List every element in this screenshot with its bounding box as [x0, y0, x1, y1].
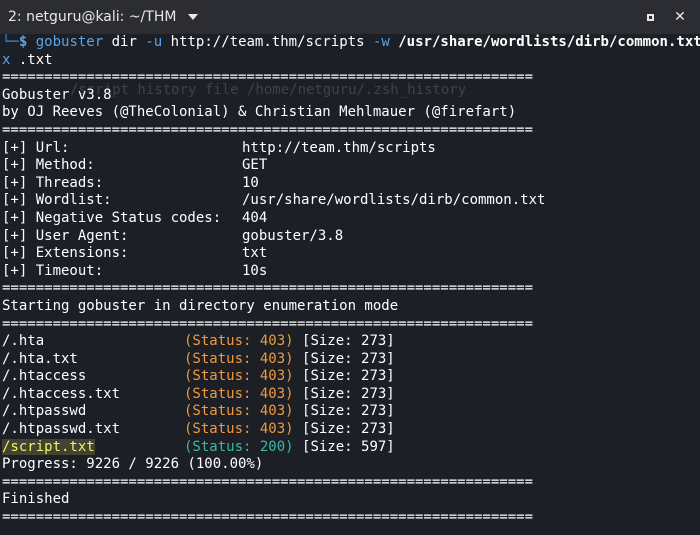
banner-version: Gobuster v3.8: [2, 86, 112, 103]
result-row-highlighted: /script.txt (Status: 200) [Size: 597]: [2, 438, 395, 455]
start-message: Starting gobuster in directory enumerati…: [2, 297, 399, 314]
terminal-window: 2: netguru@kali: ~/THM ✕ /script history…: [0, 0, 700, 535]
config-row: [+] Timeout: 10s: [2, 262, 268, 279]
result-row: /.hta (Status: 403) [Size: 273]: [2, 333, 395, 350]
subcommand: dir: [111, 34, 137, 50]
separator: ========================================…: [2, 121, 534, 138]
separator: ========================================…: [2, 315, 534, 332]
config-row: [+] Threads: 10: [2, 174, 259, 191]
config-row: [+] Wordlist:/usr/share/wordlists/dirb/c…: [2, 192, 546, 209]
maximize-icon: [646, 13, 654, 21]
window-title: 2: netguru@kali: ~/THM: [8, 9, 177, 25]
result-row: /.htaccess.txt (Status: 403) [Size: 273]: [2, 385, 395, 402]
config-row: [+] User Agent: gobuster/3.8: [2, 227, 344, 244]
config-row: [+] Extensions: txt: [2, 245, 268, 262]
title-bar: 2: netguru@kali: ~/THM ✕: [0, 0, 700, 34]
result-row: /.htpasswd (Status: 403) [Size: 273]: [2, 403, 395, 420]
result-row: /.htpasswd.txt (Status: 403) [Size: 273]: [2, 421, 395, 438]
separator: ========================================…: [2, 69, 534, 86]
terminal-output[interactable]: /script history file /home/netguru/.zsh_…: [0, 34, 700, 535]
command-line-wrap: x .txt: [2, 52, 700, 70]
config-row: [+] Url: http://team.thm/scripts: [2, 139, 436, 156]
wordlist-arg: /usr/share/wordlists/dirb/common.txt: [398, 34, 700, 50]
progress-line: Progress: 9226 / 9226 (100.00%): [2, 456, 264, 473]
prompt-corner: └─: [2, 34, 19, 50]
url-flag: -u: [145, 34, 163, 50]
separator: ========================================…: [2, 280, 534, 297]
command-line: └─$ gobuster dir -u http://team.thm/scri…: [2, 34, 700, 52]
result-row: /.htaccess (Status: 403) [Size: 273]: [2, 368, 395, 385]
ext-flag: x: [2, 51, 11, 68]
result-row: /.hta.txt (Status: 403) [Size: 273]: [2, 350, 395, 367]
highlighted-path: /script.txt: [2, 438, 95, 455]
wordlist-flag: -w: [372, 34, 390, 50]
separator: ========================================…: [2, 509, 534, 526]
banner-authors: by OJ Reeves (@TheColonial) & Christian …: [2, 104, 517, 121]
ext-arg: .txt: [18, 51, 53, 68]
config-row: [+] Negative Status codes: 404: [2, 209, 268, 226]
config-row: [+] Method: GET: [2, 157, 268, 174]
finished-line: Finished: [2, 491, 70, 508]
maximize-button[interactable]: [638, 5, 662, 29]
prompt-dollar: $: [18, 34, 28, 50]
chevron-down-icon[interactable]: [188, 14, 199, 20]
close-icon: ✕: [674, 9, 686, 25]
separator: ========================================…: [2, 473, 534, 490]
url-arg: http://team.thm/scripts: [170, 34, 365, 50]
close-button[interactable]: ✕: [668, 5, 692, 29]
command-name: gobuster: [35, 34, 104, 50]
